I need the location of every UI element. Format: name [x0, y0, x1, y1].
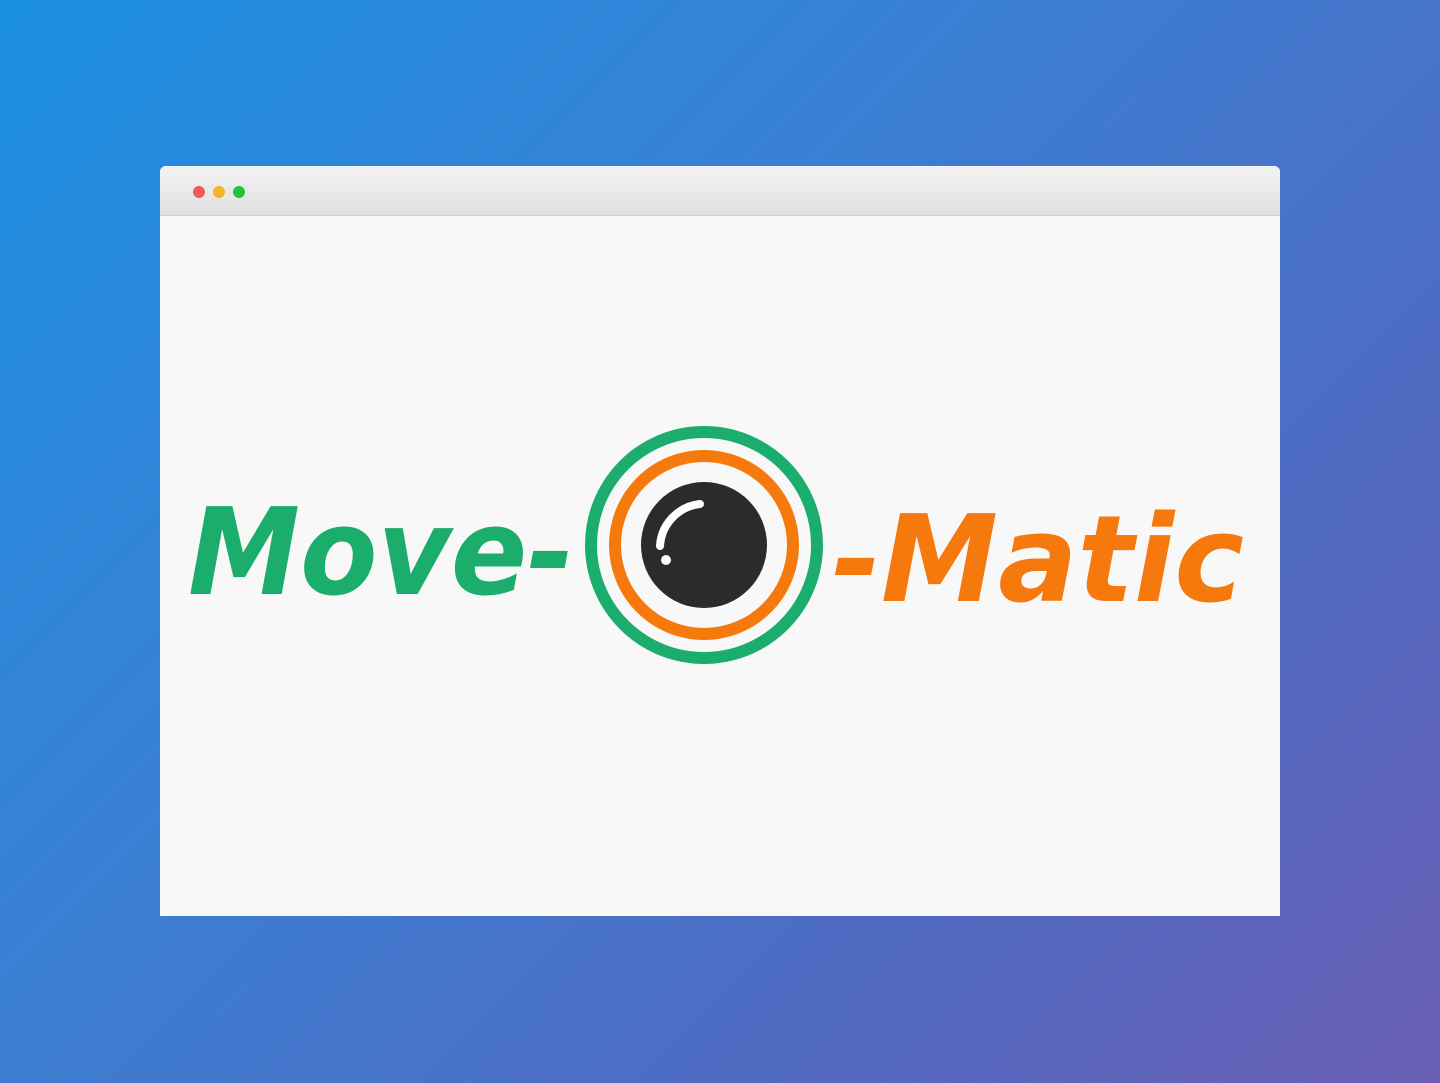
logo-text-matic: -Matic	[832, 491, 1244, 630]
minimize-button[interactable]	[213, 186, 225, 198]
browser-window: Move- -Matic	[160, 166, 1280, 916]
camera-lens-icon	[585, 426, 823, 664]
lens-highlight-dot	[661, 555, 671, 565]
window-titlebar	[160, 166, 1280, 216]
maximize-button[interactable]	[233, 186, 245, 198]
logo-text-move: Move-	[188, 484, 574, 623]
close-button[interactable]	[193, 186, 205, 198]
move-o-matic-logo: Move- -Matic	[188, 426, 1244, 664]
page-content: Move- -Matic	[160, 216, 1280, 916]
